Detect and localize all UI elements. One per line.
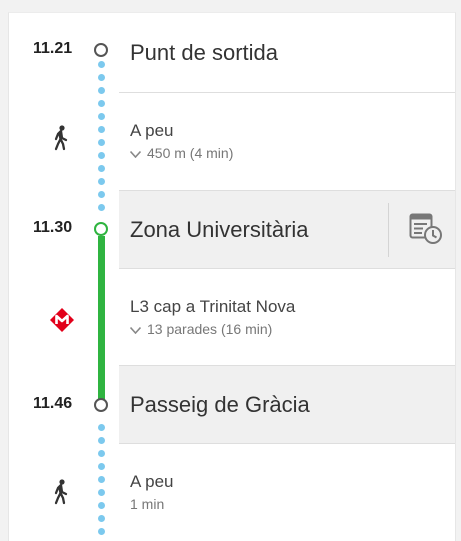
walk-segment-row[interactable]: A peu 450 m (4 min) xyxy=(119,93,455,191)
walk-detail: 1 min xyxy=(130,496,165,512)
walk-mode-label: A peu xyxy=(130,121,174,140)
chevron-down-icon xyxy=(130,150,141,158)
alighting-stop-row[interactable]: Passeig de Gràcia xyxy=(119,366,455,444)
schedule-icon[interactable] xyxy=(409,213,443,245)
metro-segment-row[interactable]: L3 cap a Trinitat Nova 13 parades (16 mi… xyxy=(119,269,455,366)
walk-segment-row[interactable]: A peu 1 min xyxy=(119,444,455,541)
metro-line-segment xyxy=(98,236,105,408)
divider xyxy=(388,203,389,257)
arrival-time: 11.46 xyxy=(33,395,73,412)
metro-logo-icon xyxy=(49,307,75,333)
boarding-stop-marker xyxy=(94,222,108,236)
boarding-time: 11.30 xyxy=(33,219,73,236)
start-stop-name: Punt de sortida xyxy=(130,40,278,65)
boarding-stop-name: Zona Universitària xyxy=(130,217,309,242)
walk-expand-toggle[interactable]: 450 m (4 min) xyxy=(130,145,233,161)
metro-line-label: L3 cap a Trinitat Nova xyxy=(130,297,296,316)
alighting-stop-name: Passeig de Gràcia xyxy=(130,392,310,417)
departure-time: 11.21 xyxy=(33,40,73,57)
walk-detail: 450 m (4 min) xyxy=(147,145,234,161)
walk-mode-label: A peu xyxy=(130,472,174,491)
pedestrian-icon xyxy=(52,125,70,151)
start-stop-row[interactable]: Punt de sortida xyxy=(119,13,455,93)
start-stop-marker xyxy=(94,43,108,57)
alighting-stop-marker xyxy=(94,398,108,412)
metro-detail: 13 parades (16 min) xyxy=(147,321,273,337)
pedestrian-icon xyxy=(52,479,70,505)
boarding-stop-row[interactable]: Zona Universitària xyxy=(119,191,455,269)
chevron-down-icon xyxy=(130,326,141,334)
route-detail-card: 11.21 11.30 11.46 Punt de sortida A peu … xyxy=(8,12,456,541)
metro-expand-toggle[interactable]: 13 parades (16 min) xyxy=(130,321,272,337)
